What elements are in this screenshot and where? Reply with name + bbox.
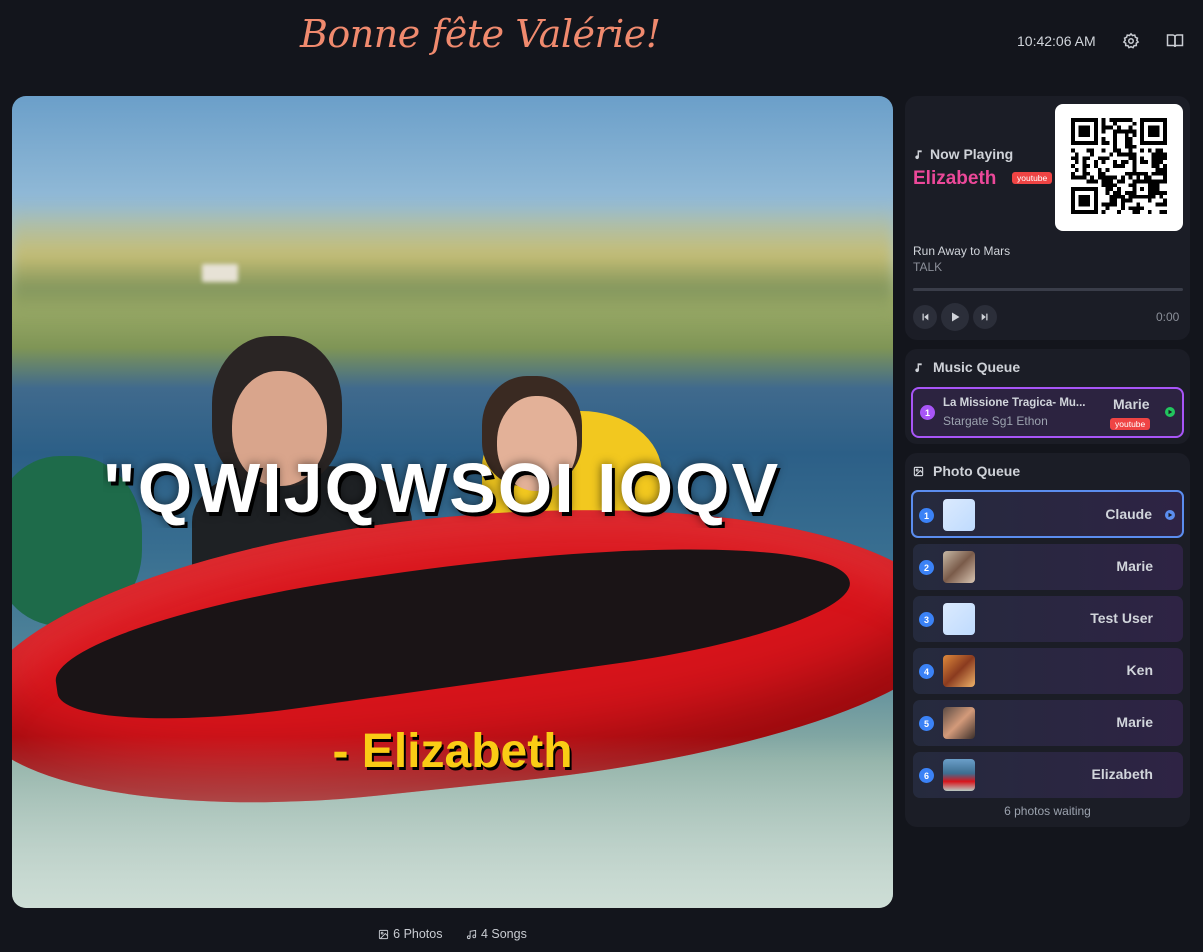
qr-code <box>1055 104 1183 231</box>
photo-thumbnail <box>943 655 975 687</box>
music-note-icon <box>915 362 922 372</box>
photo-thumbnail <box>943 759 975 791</box>
photo-queue-item[interactable]: 5 Marie <box>913 700 1183 746</box>
caption-text: "QWIJQWSOI IOQV <box>102 449 781 527</box>
queue-number: 3 <box>919 612 934 627</box>
queue-number: 6 <box>919 768 934 783</box>
now-playing-panel: Now Playing Elizabeth youtube Run Away t… <box>905 96 1190 340</box>
queue-number: 1 <box>919 508 934 523</box>
queue-song-title: La Missione Tragica- Mu... <box>943 397 1086 409</box>
photo-queue-panel: Photo Queue 1 Claude 2 Marie 3 Test User… <box>905 453 1190 827</box>
book-icon[interactable] <box>1166 32 1184 50</box>
gear-icon[interactable] <box>1122 32 1140 50</box>
photo-thumbnail <box>943 551 975 583</box>
queue-song-artist: Stargate Sg1 Ethon <box>943 414 1048 428</box>
photo-queue-heading: Photo Queue <box>913 463 1020 479</box>
now-playing-heading: Now Playing <box>913 146 1013 162</box>
photo-queue-item[interactable]: 4 Ken <box>913 648 1183 694</box>
now-playing-label: Now Playing <box>930 146 1014 162</box>
photo-slide: "QWIJQWSOI IOQV - Elizabeth <box>12 96 893 908</box>
music-icon <box>466 929 477 939</box>
photo-user: Elizabeth <box>1091 766 1153 782</box>
photo-user: Claude <box>1105 506 1152 522</box>
photo-user: Marie <box>1116 558 1153 574</box>
photo-count-label: 6 Photos <box>393 927 443 941</box>
queue-song-user: Marie <box>1113 396 1150 412</box>
skip-forward-icon <box>981 313 988 321</box>
music-note-icon <box>915 149 922 159</box>
music-queue-heading: Music Queue <box>913 359 1020 375</box>
queue-number: 1 <box>920 405 935 420</box>
distant-house <box>202 264 238 282</box>
photo-queue-item[interactable]: 2 Marie <box>913 544 1183 590</box>
slide-author: - Elizabeth <box>332 725 573 778</box>
skip-back-icon <box>922 313 929 321</box>
playback-time: 0:00 <box>1156 310 1180 324</box>
music-queue-panel: Music Queue 1 La Missione Tragica- Mu...… <box>905 349 1190 444</box>
previous-button[interactable] <box>913 305 937 329</box>
photo-thumbnail <box>943 707 975 739</box>
photo-queue-title: Photo Queue <box>933 463 1021 479</box>
source-badge: youtube <box>1110 418 1151 430</box>
now-playing-artist: TALK <box>913 260 943 274</box>
photo-thumbnail <box>943 603 975 635</box>
photo-user: Ken <box>1126 662 1153 678</box>
play-icon[interactable] <box>1165 407 1175 417</box>
source-badge: youtube <box>1012 172 1053 184</box>
qr-code-image <box>1071 118 1167 214</box>
song-count: 4 Songs <box>466 927 527 941</box>
photo-user: Marie <box>1116 714 1153 730</box>
clock: 10:42:06 AM <box>1017 33 1096 49</box>
next-button[interactable] <box>973 305 997 329</box>
progress-bar[interactable] <box>913 288 1183 291</box>
play-icon[interactable] <box>1165 510 1175 520</box>
song-count-label: 4 Songs <box>480 927 527 941</box>
queue-number: 4 <box>919 664 934 679</box>
play-icon <box>952 312 960 322</box>
now-playing-song: Run Away to Mars <box>913 244 1011 258</box>
now-playing-user: Elizabeth <box>913 168 997 189</box>
photo-queue-item[interactable]: 1 Claude <box>911 490 1184 538</box>
page-title: Bonne fête Valérie! <box>300 12 661 56</box>
photo-user: Test User <box>1090 610 1153 626</box>
music-queue-item[interactable]: 1 La Missione Tragica- Mu... Stargate Sg… <box>911 387 1184 438</box>
footer-stats: 6 Photos 4 Songs <box>0 927 905 943</box>
image-icon <box>379 929 389 939</box>
image-icon <box>913 466 924 476</box>
shoreline <box>12 206 893 316</box>
photos-waiting: 6 photos waiting <box>1004 804 1091 818</box>
photo-queue-item[interactable]: 3 Test User <box>913 596 1183 642</box>
queue-number: 2 <box>919 560 934 575</box>
music-queue-title: Music Queue <box>933 359 1021 375</box>
slide-caption: "QWIJQWSOI IOQV <box>12 448 893 544</box>
photo-count: 6 Photos <box>378 927 442 941</box>
photo-thumbnail <box>943 499 975 531</box>
play-button[interactable] <box>941 303 969 331</box>
photo-queue-item[interactable]: 6 Elizabeth <box>913 752 1183 798</box>
queue-number: 5 <box>919 716 934 731</box>
header: Bonne fête Valérie! 10:42:06 AM <box>0 0 1203 84</box>
